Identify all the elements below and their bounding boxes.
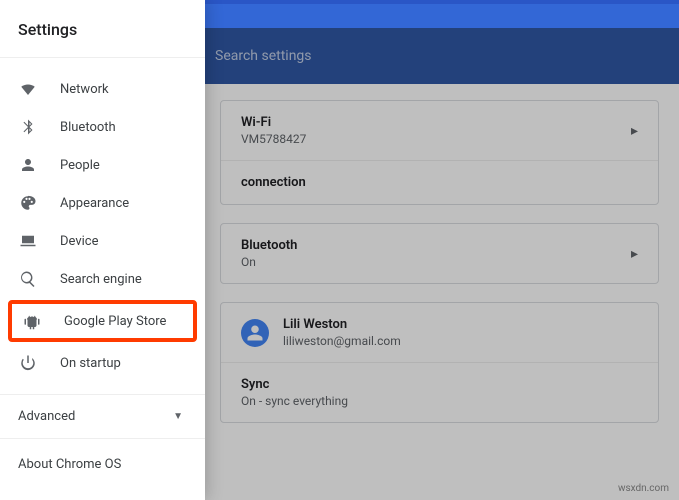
person-icon — [18, 155, 38, 175]
palette-icon — [18, 193, 38, 213]
sidebar-item-google-play-store[interactable]: Google Play Store — [8, 300, 197, 342]
bluetooth-icon — [18, 117, 38, 137]
sidebar-item-label: Search engine — [60, 272, 142, 287]
sidebar-about[interactable]: About Chrome OS — [0, 439, 205, 490]
sidebar-item-label: Google Play Store — [64, 314, 166, 329]
android-icon — [22, 311, 42, 331]
sidebar-title: Settings — [0, 10, 205, 58]
sidebar-advanced[interactable]: Advanced ▼ — [0, 394, 205, 439]
sidebar-item-network[interactable]: Network — [0, 70, 205, 108]
about-label: About Chrome OS — [18, 457, 121, 472]
sidebar-item-label: On startup — [60, 356, 121, 371]
sidebar-item-label: People — [60, 158, 100, 173]
advanced-label: Advanced — [18, 409, 75, 424]
sidebar-item-label: Appearance — [60, 196, 129, 211]
sidebar-item-search-engine[interactable]: Search engine — [0, 260, 205, 298]
power-icon — [18, 353, 38, 373]
sidebar-item-label: Bluetooth — [60, 120, 116, 135]
wifi-icon — [18, 79, 38, 99]
sidebar-list: Network Bluetooth People Appearance Devi — [0, 58, 205, 394]
watermark: wsxdn.com — [618, 483, 669, 494]
sidebar-item-appearance[interactable]: Appearance — [0, 184, 205, 222]
sidebar-item-device[interactable]: Device — [0, 222, 205, 260]
sidebar-item-label: Network — [60, 82, 109, 97]
chevron-down-icon: ▼ — [173, 411, 183, 422]
settings-sidebar: Settings Network Bluetooth People Appear… — [0, 0, 205, 500]
laptop-icon — [18, 231, 38, 251]
sidebar-item-label: Device — [60, 234, 99, 249]
search-icon — [18, 269, 38, 289]
sidebar-item-people[interactable]: People — [0, 146, 205, 184]
sidebar-item-bluetooth[interactable]: Bluetooth — [0, 108, 205, 146]
sidebar-item-on-startup[interactable]: On startup — [0, 344, 205, 382]
